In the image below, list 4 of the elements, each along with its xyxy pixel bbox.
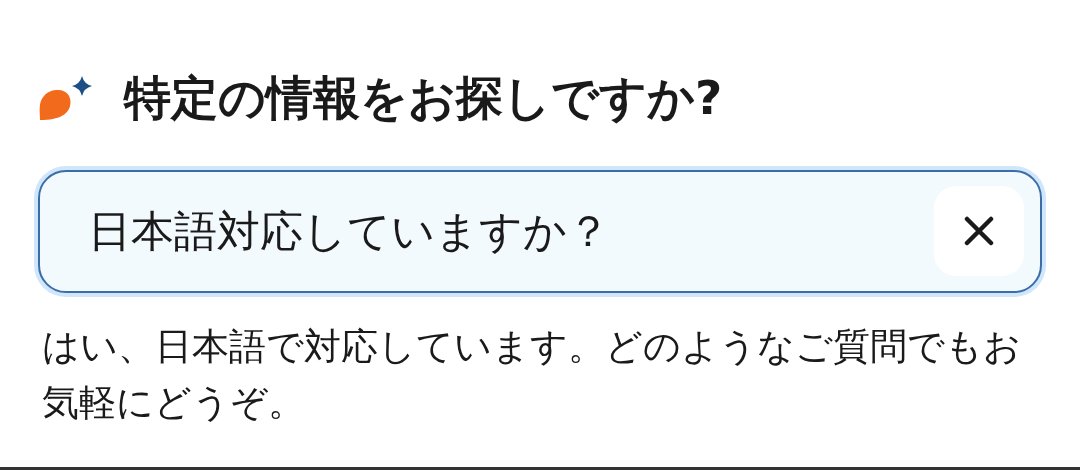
close-icon <box>964 216 994 246</box>
clear-button[interactable] <box>934 186 1024 276</box>
search-field[interactable]: 日本語対応していますか？ <box>38 170 1042 293</box>
answer-text: はい、日本語で対応しています。どのようなご質問でもお気軽にどうぞ。 <box>42 324 1022 426</box>
